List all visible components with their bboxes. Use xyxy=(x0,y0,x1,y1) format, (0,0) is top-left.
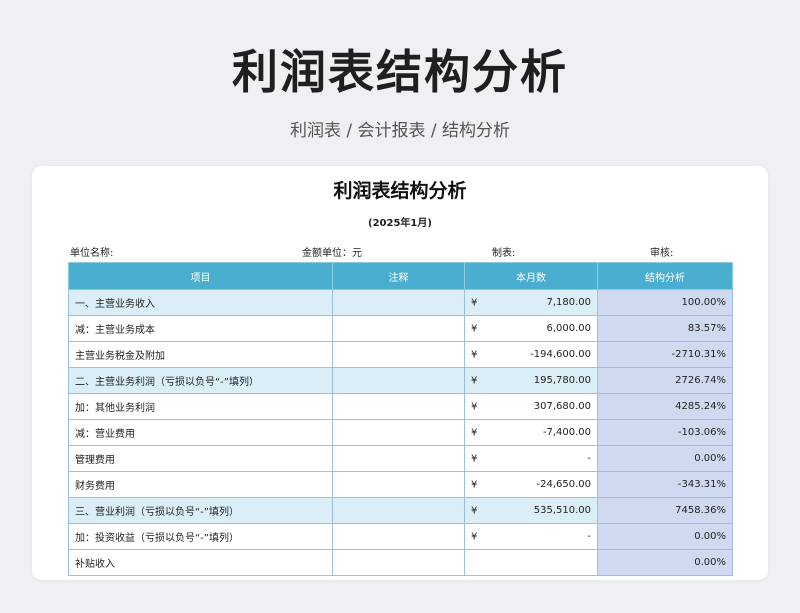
cell-ratio: 0.00% xyxy=(597,445,733,472)
amount-value: - xyxy=(587,453,591,464)
cell-ratio: -103.06% xyxy=(597,419,733,446)
cell-item: 加：投资收益（亏损以负号“-”填列） xyxy=(68,523,333,550)
amount-value: 6,000.00 xyxy=(546,323,591,334)
table-row: 加：其他业务利润 ¥307,680.00 4285.24% xyxy=(68,393,733,420)
cell-note xyxy=(332,367,465,394)
table-row: 加：投资收益（亏损以负号“-”填列） ¥ -0.00% xyxy=(68,523,733,550)
cell-ratio: 100.00% xyxy=(597,289,733,316)
hero-subtitle: 利润表 / 会计报表 / 结构分析 xyxy=(289,121,511,141)
cell-ratio: 0.00% xyxy=(597,549,733,576)
header-note: 注释 xyxy=(332,262,465,290)
currency-symbol: ¥ xyxy=(471,323,478,334)
currency-symbol: ¥ xyxy=(471,349,478,360)
amount-value: -194,600.00 xyxy=(530,349,591,360)
cell-item: 二、主营业务利润（亏损以负号“-”填列） xyxy=(68,367,333,394)
cell-ratio: 7458.36% xyxy=(597,497,733,524)
cell-note xyxy=(332,471,465,498)
cell-item: 加：其他业务利润 xyxy=(68,393,333,420)
meta-maker: 制表: xyxy=(492,248,516,259)
cell-item: 财务费用 xyxy=(68,471,333,498)
cell-amount: ¥535,510.00 xyxy=(464,497,598,524)
cell-ratio: -343.31% xyxy=(597,471,733,498)
cell-item: 补贴收入 xyxy=(68,549,333,576)
cell-amount: ¥7,180.00 xyxy=(464,289,598,316)
table-row: 主营业务税金及附加 ¥ -194,600.00 -2710.31% xyxy=(68,341,733,368)
sheet-title: 利润表结构分析 xyxy=(333,180,467,202)
cell-ratio: 2726.74% xyxy=(597,367,733,394)
meta-reviewer: 审核: xyxy=(650,248,674,259)
cell-note xyxy=(332,523,465,550)
cell-note xyxy=(332,419,465,446)
meta-unit-name: 单位名称: xyxy=(70,248,114,259)
income-statement-table: 项目 注释 本月数 结构分析 一、主营业务收入 ¥7,180.00 100.00% 减… xyxy=(68,262,733,576)
currency-symbol: ¥ xyxy=(471,479,478,490)
cell-note xyxy=(332,445,465,472)
cell-ratio: -2710.31% xyxy=(597,341,733,368)
cell-ratio: 0.00% xyxy=(597,523,733,550)
currency-symbol: ¥ xyxy=(471,505,478,516)
cell-note xyxy=(332,341,465,368)
sheet-period: (2025年1月) xyxy=(368,218,432,229)
cell-amount xyxy=(464,549,598,576)
amount-value: 307,680.00 xyxy=(533,401,591,412)
cell-item: 主营业务税金及附加 xyxy=(68,341,333,368)
cell-item: 一、主营业务收入 xyxy=(68,289,333,316)
amount-value: 535,510.00 xyxy=(533,505,591,516)
amount-value: -7,400.00 xyxy=(542,427,591,438)
hero-title: 利润表结构分析 xyxy=(232,45,568,99)
cell-amount: ¥195,780.00 xyxy=(464,367,598,394)
header-ratio: 结构分析 xyxy=(597,262,733,290)
table-body: 一、主营业务收入 ¥7,180.00 100.00% 减：主营业务成本 ¥6,000.0… xyxy=(68,289,733,576)
meta-currency-unit: 金额单位：元 xyxy=(302,248,362,259)
table-row: 三、营业利润（亏损以负号“-”填列） ¥535,510.00 7458.36% xyxy=(68,497,733,524)
header-amount: 本月数 xyxy=(464,262,598,290)
cell-item: 管理费用 xyxy=(68,445,333,472)
cell-amount: ¥ -24,650.00 xyxy=(464,471,598,498)
header-item: 项目 xyxy=(68,262,333,290)
currency-symbol: ¥ xyxy=(471,453,478,464)
cell-amount: ¥307,680.00 xyxy=(464,393,598,420)
currency-symbol: ¥ xyxy=(471,375,478,386)
cell-note xyxy=(332,315,465,342)
report-card: 利润表结构分析 (2025年1月) 单位名称: 金额单位：元 制表: 审核: 项… xyxy=(32,166,768,580)
cell-note xyxy=(332,289,465,316)
amount-value: - xyxy=(587,531,591,542)
currency-symbol: ¥ xyxy=(471,531,478,542)
cell-amount: ¥ -7,400.00 xyxy=(464,419,598,446)
amount-value: 195,780.00 xyxy=(533,375,591,386)
cell-amount: ¥ - xyxy=(464,523,598,550)
cell-item: 减：主营业务成本 xyxy=(68,315,333,342)
cell-item: 三、营业利润（亏损以负号“-”填列） xyxy=(68,497,333,524)
cell-amount: ¥ - xyxy=(464,445,598,472)
table-row: 一、主营业务收入 ¥7,180.00 100.00% xyxy=(68,289,733,316)
cell-amount: ¥6,000.00 xyxy=(464,315,598,342)
cell-note xyxy=(332,549,465,576)
table-row: 财务费用 ¥ -24,650.00 -343.31% xyxy=(68,471,733,498)
table-row: 减：营业费用 ¥ -7,400.00 -103.06% xyxy=(68,419,733,446)
table-row: 管理费用 ¥ -0.00% xyxy=(68,445,733,472)
cell-note xyxy=(332,497,465,524)
currency-symbol: ¥ xyxy=(471,427,478,438)
table-row: 二、主营业务利润（亏损以负号“-”填列） ¥195,780.00 2726.74% xyxy=(68,367,733,394)
amount-value: 7,180.00 xyxy=(546,297,591,308)
cell-amount: ¥ -194,600.00 xyxy=(464,341,598,368)
cell-note xyxy=(332,393,465,420)
cell-item: 减：营业费用 xyxy=(68,419,333,446)
table-row: 减：主营业务成本 ¥6,000.00 83.57% xyxy=(68,315,733,342)
cell-ratio: 83.57% xyxy=(597,315,733,342)
cell-ratio: 4285.24% xyxy=(597,393,733,420)
currency-symbol: ¥ xyxy=(471,401,478,412)
amount-value: -24,650.00 xyxy=(536,479,591,490)
table-header-row: 项目 注释 本月数 结构分析 xyxy=(68,262,733,290)
currency-symbol: ¥ xyxy=(471,297,478,308)
table-row: 补贴收入 0.00% xyxy=(68,549,733,576)
